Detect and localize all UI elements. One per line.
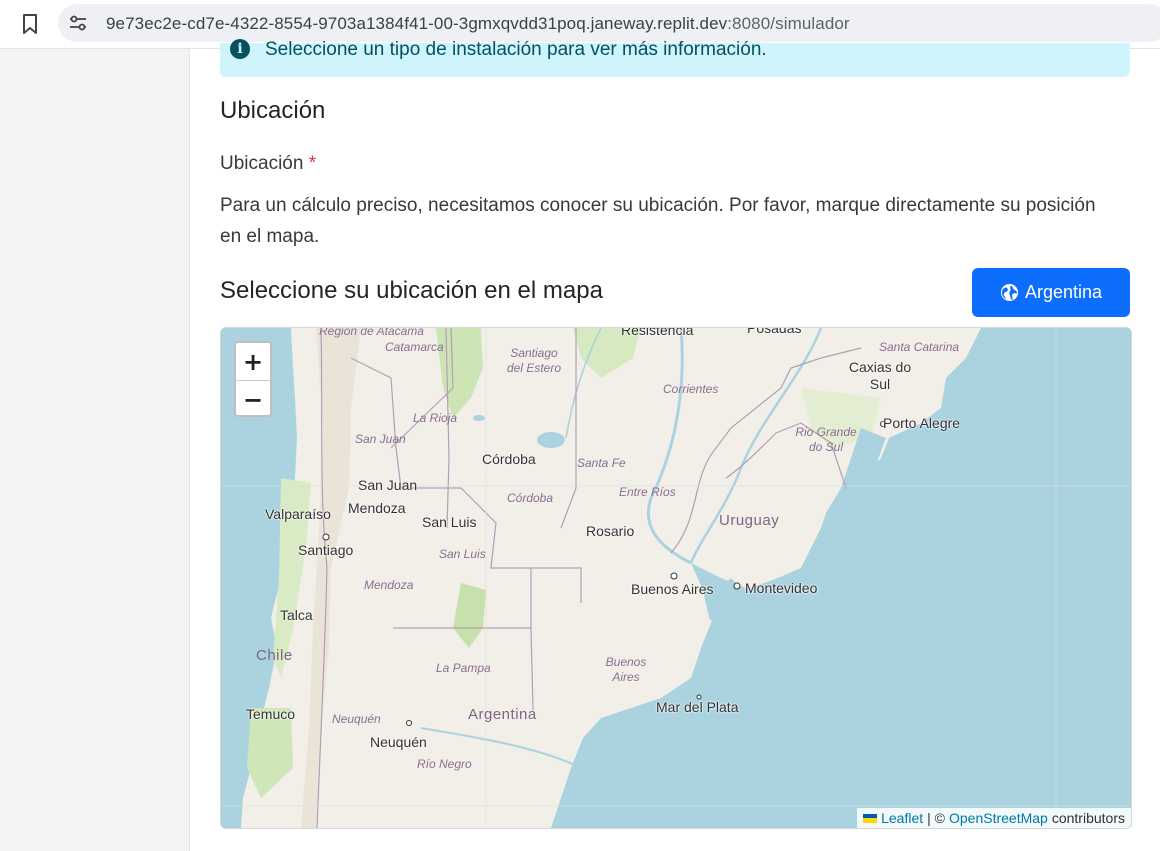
map-label-argentina: Argentina xyxy=(468,706,537,723)
url-path: :8080/simulador xyxy=(727,14,850,33)
map-label-corrientes: Corrientes xyxy=(663,382,719,396)
map-label-la-pampa: La Pampa xyxy=(436,661,491,675)
map-label-resistencia: Resistencia xyxy=(621,327,694,338)
map-label-la-rioja: La Rioja xyxy=(413,411,458,425)
map-label-buenos-aires-region: Buenos Aires xyxy=(605,655,647,684)
map-label-mar-del-plata: Mar del Plata xyxy=(656,699,739,715)
site-settings-icon[interactable] xyxy=(68,13,88,33)
info-icon: i xyxy=(230,39,250,59)
map-label-uruguay: Uruguay xyxy=(719,512,780,529)
map-label-rio-grande-do-sul: Rio Grande do Sul xyxy=(795,425,857,454)
map-label-posadas: Posadas xyxy=(747,327,802,336)
content-panel: i Seleccione un tipo de instalación para… xyxy=(189,39,1160,851)
attribution-separator: | © xyxy=(927,810,945,826)
zoom-in-button[interactable]: + xyxy=(236,343,270,381)
map-label-mendoza-region: Mendoza xyxy=(364,578,414,592)
location-map[interactable]: Región de Atacama Catamarca Santiago del… xyxy=(220,327,1132,829)
info-alert: i Seleccione un tipo de instalación para… xyxy=(220,39,1130,77)
map-label-montevideo: Montevideo xyxy=(745,580,818,596)
map-label-cordoba-region: Córdoba xyxy=(507,491,554,505)
map-label-porto-alegre: Porto Alegre xyxy=(883,415,961,431)
map-label-valparaiso: Valparaíso xyxy=(265,506,331,522)
ukraine-flag-icon xyxy=(863,813,878,823)
map-label-rio-negro: Río Negro xyxy=(417,757,472,771)
map-label-santa-catarina: Santa Catarina xyxy=(879,340,960,354)
openstreetmap-link[interactable]: OpenStreetMap xyxy=(949,810,1048,826)
argentina-button[interactable]: Argentina xyxy=(972,268,1130,317)
zoom-out-button[interactable]: − xyxy=(236,381,270,415)
map-label-san-luis-region: San Luis xyxy=(439,547,486,561)
field-label-text: Ubicación xyxy=(220,153,304,174)
map-label-san-juan-city: San Juan xyxy=(358,477,418,493)
map-label-san-juan-region: San Juan xyxy=(355,432,406,446)
map-label-neuquen-region: Neuquén xyxy=(332,712,381,726)
map-label-caxias-do-sul: Caxias do Sul xyxy=(848,359,912,392)
map-label-temuco: Temuco xyxy=(246,706,296,722)
bookmark-icon[interactable] xyxy=(18,12,42,36)
map-label-santiago: Santiago xyxy=(298,542,354,558)
argentina-button-label: Argentina xyxy=(1024,282,1103,302)
map-label-san-luis-city: San Luis xyxy=(422,514,477,530)
map-label-region-atacama: Región de Atacama xyxy=(319,327,424,338)
alert-text: Seleccione un tipo de instalación para v… xyxy=(265,39,767,60)
address-bar[interactable]: 9e73ec2e-cd7e-4322-8554-9703a1384f41-00-… xyxy=(58,4,1160,42)
zoom-control: + − xyxy=(234,341,272,417)
map-label-cordoba-city: Córdoba xyxy=(482,451,536,467)
map-label-santa-fe: Santa Fe xyxy=(577,456,626,470)
map-label-entre-rios: Entre Ríos xyxy=(619,485,676,499)
leaflet-link[interactable]: Leaflet xyxy=(881,810,923,826)
map-section-title: Seleccione su ubicación en el mapa xyxy=(220,277,603,304)
map-label-neuquen-city: Neuquén xyxy=(370,734,427,750)
field-label: Ubicación * xyxy=(220,153,316,175)
map-label-talca: Talca xyxy=(280,607,313,623)
map-label-mendoza-city: Mendoza xyxy=(348,500,406,516)
attribution-suffix: contributors xyxy=(1051,810,1125,826)
map-label-chile: Chile xyxy=(256,647,293,664)
map-attribution: Leaflet | © OpenStreetMap contributors xyxy=(857,808,1131,828)
url-host: 9e73ec2e-cd7e-4322-8554-9703a1384f41-00-… xyxy=(106,14,728,33)
section-title: Ubicación xyxy=(220,97,326,124)
help-text: Para un cálculo preciso, necesitamos con… xyxy=(220,195,1096,247)
map-label-santiago-del-estero: Santiago del Estero xyxy=(506,346,562,375)
required-marker: * xyxy=(308,153,317,174)
url-text[interactable]: 9e73ec2e-cd7e-4322-8554-9703a1384f41-00-… xyxy=(106,14,850,34)
map-tiles[interactable] xyxy=(221,328,1131,828)
map-label-rosario: Rosario xyxy=(586,523,635,539)
map-label-catamarca: Catamarca xyxy=(385,340,444,354)
globe-icon xyxy=(1000,283,1019,302)
map-label-buenos-aires-city: Buenos Aires xyxy=(631,581,714,597)
